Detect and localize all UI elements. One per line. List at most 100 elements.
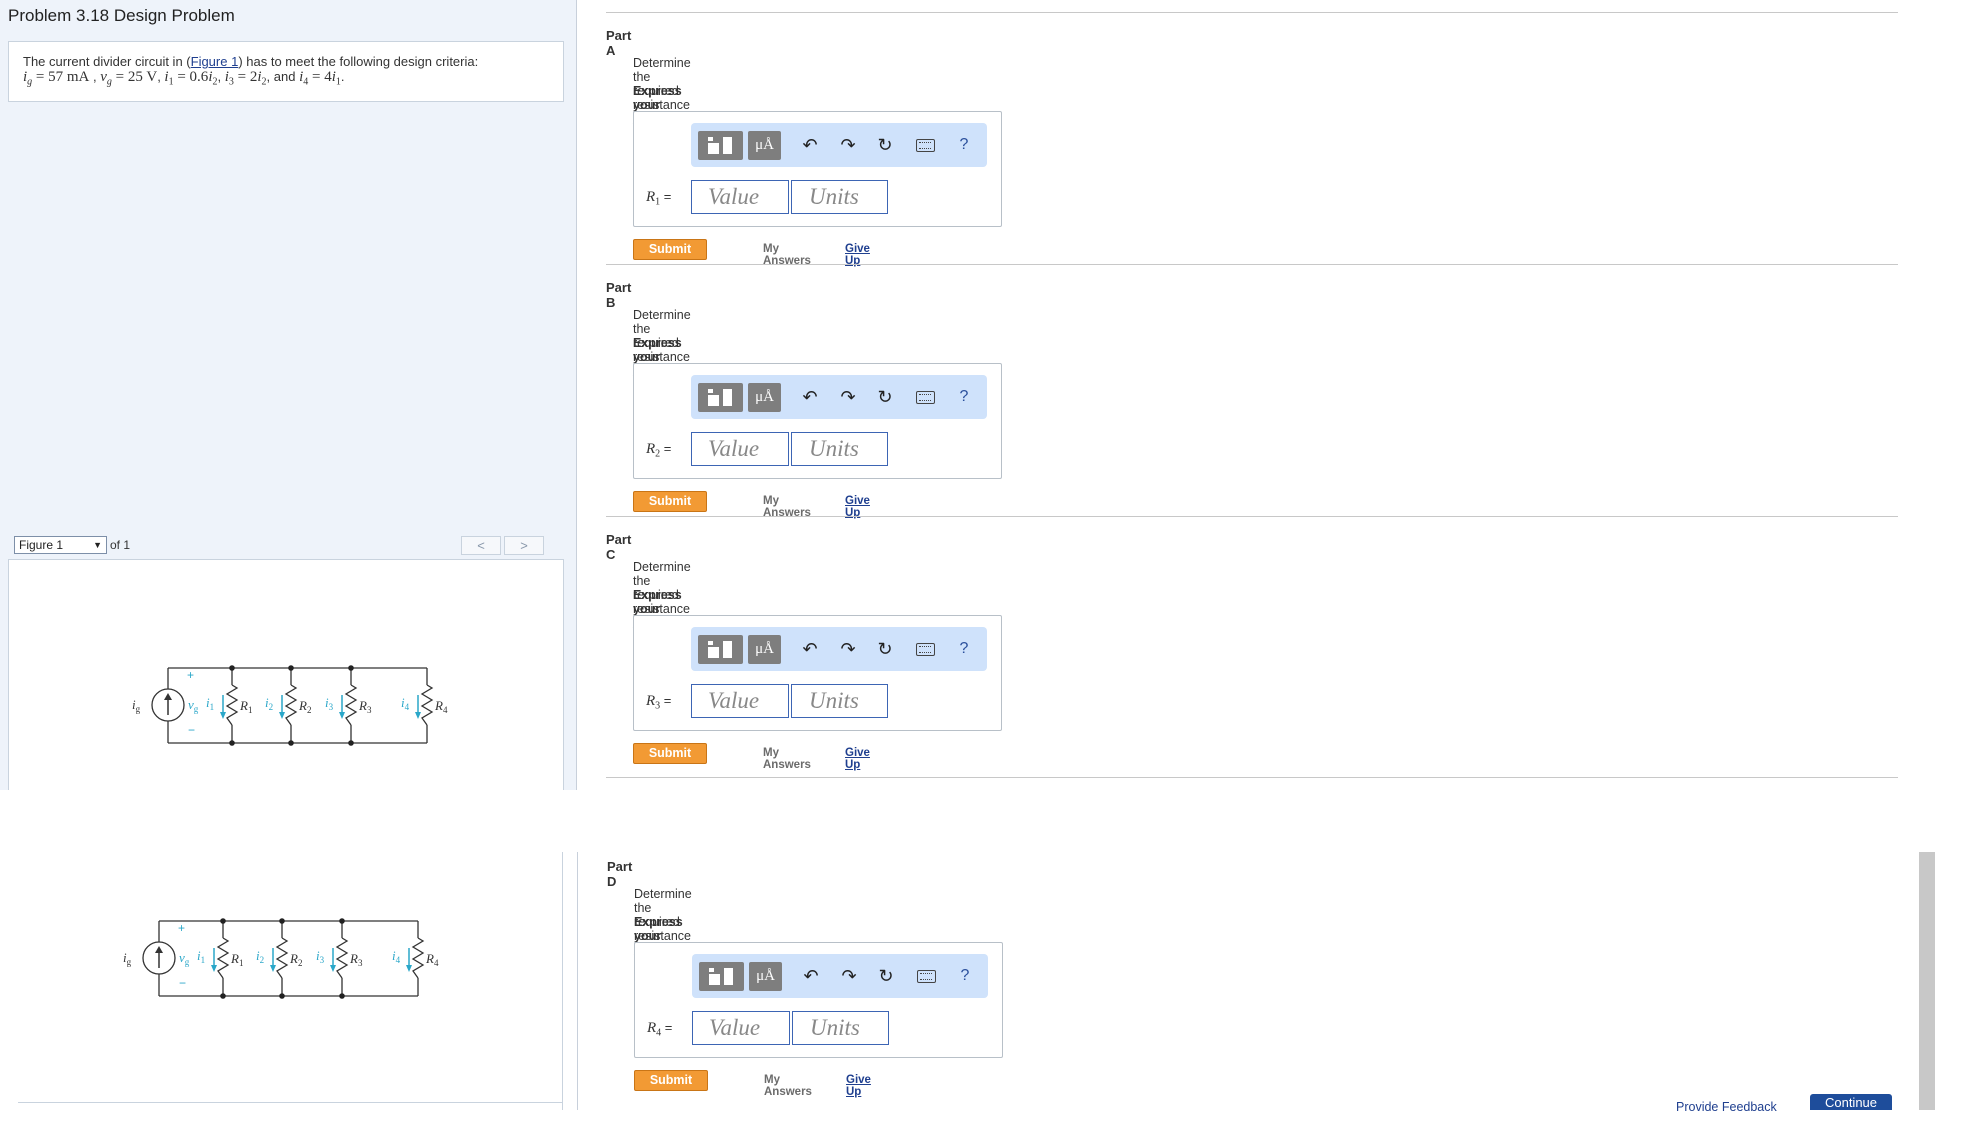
i4-rhs: = 4 <box>308 69 332 85</box>
math-toolbar: μÅ ↶ ↷ ↻ ? <box>691 123 987 167</box>
units-button[interactable]: μÅ <box>748 635 781 664</box>
redo-icon[interactable]: ↷ <box>837 134 859 156</box>
keyboard-icon[interactable] <box>916 643 935 656</box>
templates-button[interactable] <box>699 962 744 991</box>
reset-icon[interactable]: ↻ <box>874 386 896 408</box>
undo-icon[interactable]: ↶ <box>799 638 821 660</box>
templates-icon-part <box>708 647 719 658</box>
answer-var: R <box>646 189 656 205</box>
branch-current-label: i1 <box>197 948 205 965</box>
units-input[interactable]: Units <box>792 1011 889 1045</box>
my-answers-link[interactable]: My Answers <box>763 747 811 771</box>
figure-viewer-lower: ig vg + − R1 i1 R2 i2 R3 i3 R4 i4 <box>0 852 563 1110</box>
resistor-label: R4 <box>434 698 448 715</box>
node-dot-top <box>229 665 235 671</box>
intro-text: The current divider circuit in ( <box>23 54 191 69</box>
give-up-link[interactable]: Give Up <box>846 1074 871 1098</box>
resistor-icon <box>411 937 425 979</box>
circuit-diagram-lower: ig vg + − R1 i1 R2 i2 R3 i3 R4 i4 <box>123 918 439 999</box>
templates-button[interactable] <box>698 383 743 412</box>
value-input[interactable]: Value <box>691 432 789 466</box>
answer-box: μÅ ↶ ↷ ↻ ? R1 = Value Units <box>633 111 1002 227</box>
keyboard-icon[interactable] <box>916 139 935 152</box>
answer-box: μÅ ↶ ↷ ↻ ? R4 = Value Units <box>634 942 1003 1058</box>
redo-icon[interactable]: ↷ <box>838 965 860 987</box>
parts-panel: Part A Determine the required resistance… <box>578 0 1964 790</box>
units-button[interactable]: μÅ <box>748 131 781 160</box>
node-dot-top <box>339 918 345 924</box>
branch-current-label: i4 <box>401 695 410 712</box>
continue-button[interactable]: Continue <box>1810 1094 1892 1110</box>
submit-button[interactable]: Submit <box>634 1070 708 1091</box>
help-icon[interactable]: ? <box>953 638 975 660</box>
plus-sign: + <box>187 668 194 682</box>
current-arrowhead-icon <box>415 712 421 719</box>
answer-label: R3 = <box>646 693 671 712</box>
resistor-label: R3 <box>349 951 363 968</box>
figure-count: of 1 <box>110 538 131 552</box>
submit-button[interactable]: Submit <box>633 239 707 260</box>
part-title: Part A <box>606 28 632 58</box>
prev-figure-button[interactable]: < <box>461 536 501 555</box>
templates-icon-part <box>708 143 719 154</box>
resistor-label: R1 <box>239 698 252 715</box>
branch-current-label: i3 <box>325 695 334 712</box>
next-figure-button[interactable]: > <box>504 536 544 555</box>
branch-current-label: i1 <box>206 695 214 712</box>
part-title: Part B <box>606 280 632 310</box>
problem-title: Problem 3.18 Design Problem <box>8 6 235 25</box>
resistor-icon <box>335 937 349 979</box>
submit-button[interactable]: Submit <box>633 743 707 764</box>
part-title: Part C <box>606 532 632 562</box>
templates-button[interactable] <box>698 635 743 664</box>
units-input[interactable]: Units <box>791 684 888 718</box>
value-input[interactable]: Value <box>691 684 789 718</box>
provide-feedback-link[interactable]: Provide Feedback <box>1676 1100 1777 1114</box>
my-answers-link[interactable]: My Answers <box>764 1074 812 1098</box>
templates-icon-part <box>723 389 732 406</box>
undo-icon[interactable]: ↶ <box>800 965 822 987</box>
help-icon[interactable]: ? <box>953 386 975 408</box>
templates-button[interactable] <box>698 131 743 160</box>
figure-toolbar: Figure 1 ▼ of 1 < > <box>8 535 564 557</box>
reset-icon[interactable]: ↻ <box>875 965 897 987</box>
part-divider <box>606 777 1898 778</box>
node-dot-bottom <box>220 993 226 999</box>
give-up-link[interactable]: Give Up <box>845 747 870 771</box>
node-dot-bottom <box>339 993 345 999</box>
problem-panel: Problem 3.18 Design Problem The current … <box>0 0 577 790</box>
units-input[interactable]: Units <box>791 180 888 214</box>
design-criteria: ig = 57 mA , vg = 25 V, i1 = 0.6i2, i3 =… <box>23 69 549 90</box>
resistor-icon <box>344 684 358 726</box>
value-input[interactable]: Value <box>691 180 789 214</box>
reset-icon[interactable]: ↻ <box>874 638 896 660</box>
reset-icon[interactable]: ↻ <box>874 134 896 156</box>
redo-icon[interactable]: ↷ <box>837 638 859 660</box>
undo-icon[interactable]: ↶ <box>799 134 821 156</box>
part-title: Part D <box>607 859 633 889</box>
node-dot-bottom <box>348 740 354 746</box>
help-icon[interactable]: ? <box>954 965 976 987</box>
keyboard-icon[interactable] <box>917 970 936 983</box>
minus-sign: − <box>188 723 195 737</box>
units-button[interactable]: μÅ <box>749 962 782 991</box>
resistor-icon <box>216 937 230 979</box>
figure-link[interactable]: Figure 1 <box>191 54 239 69</box>
submit-button[interactable]: Submit <box>633 491 707 512</box>
value-input[interactable]: Value <box>692 1011 790 1045</box>
keyboard-icon[interactable] <box>916 391 935 404</box>
answer-label: R1 = <box>646 189 671 208</box>
figure-select[interactable]: Figure 1 ▼ <box>14 536 107 554</box>
templates-icon-part <box>709 974 720 985</box>
node-dot-bottom <box>288 740 294 746</box>
undo-icon[interactable]: ↶ <box>799 386 821 408</box>
resistor-label: R4 <box>425 951 439 968</box>
units-input[interactable]: Units <box>791 432 888 466</box>
help-icon[interactable]: ? <box>953 134 975 156</box>
units-button[interactable]: μÅ <box>748 383 781 412</box>
answer-box: μÅ ↶ ↷ ↻ ? R3 = Value Units <box>633 615 1002 731</box>
sep: , <box>89 69 101 84</box>
scrollbar[interactable] <box>1919 852 1935 1110</box>
vg-label: vg <box>188 697 199 714</box>
redo-icon[interactable]: ↷ <box>837 386 859 408</box>
